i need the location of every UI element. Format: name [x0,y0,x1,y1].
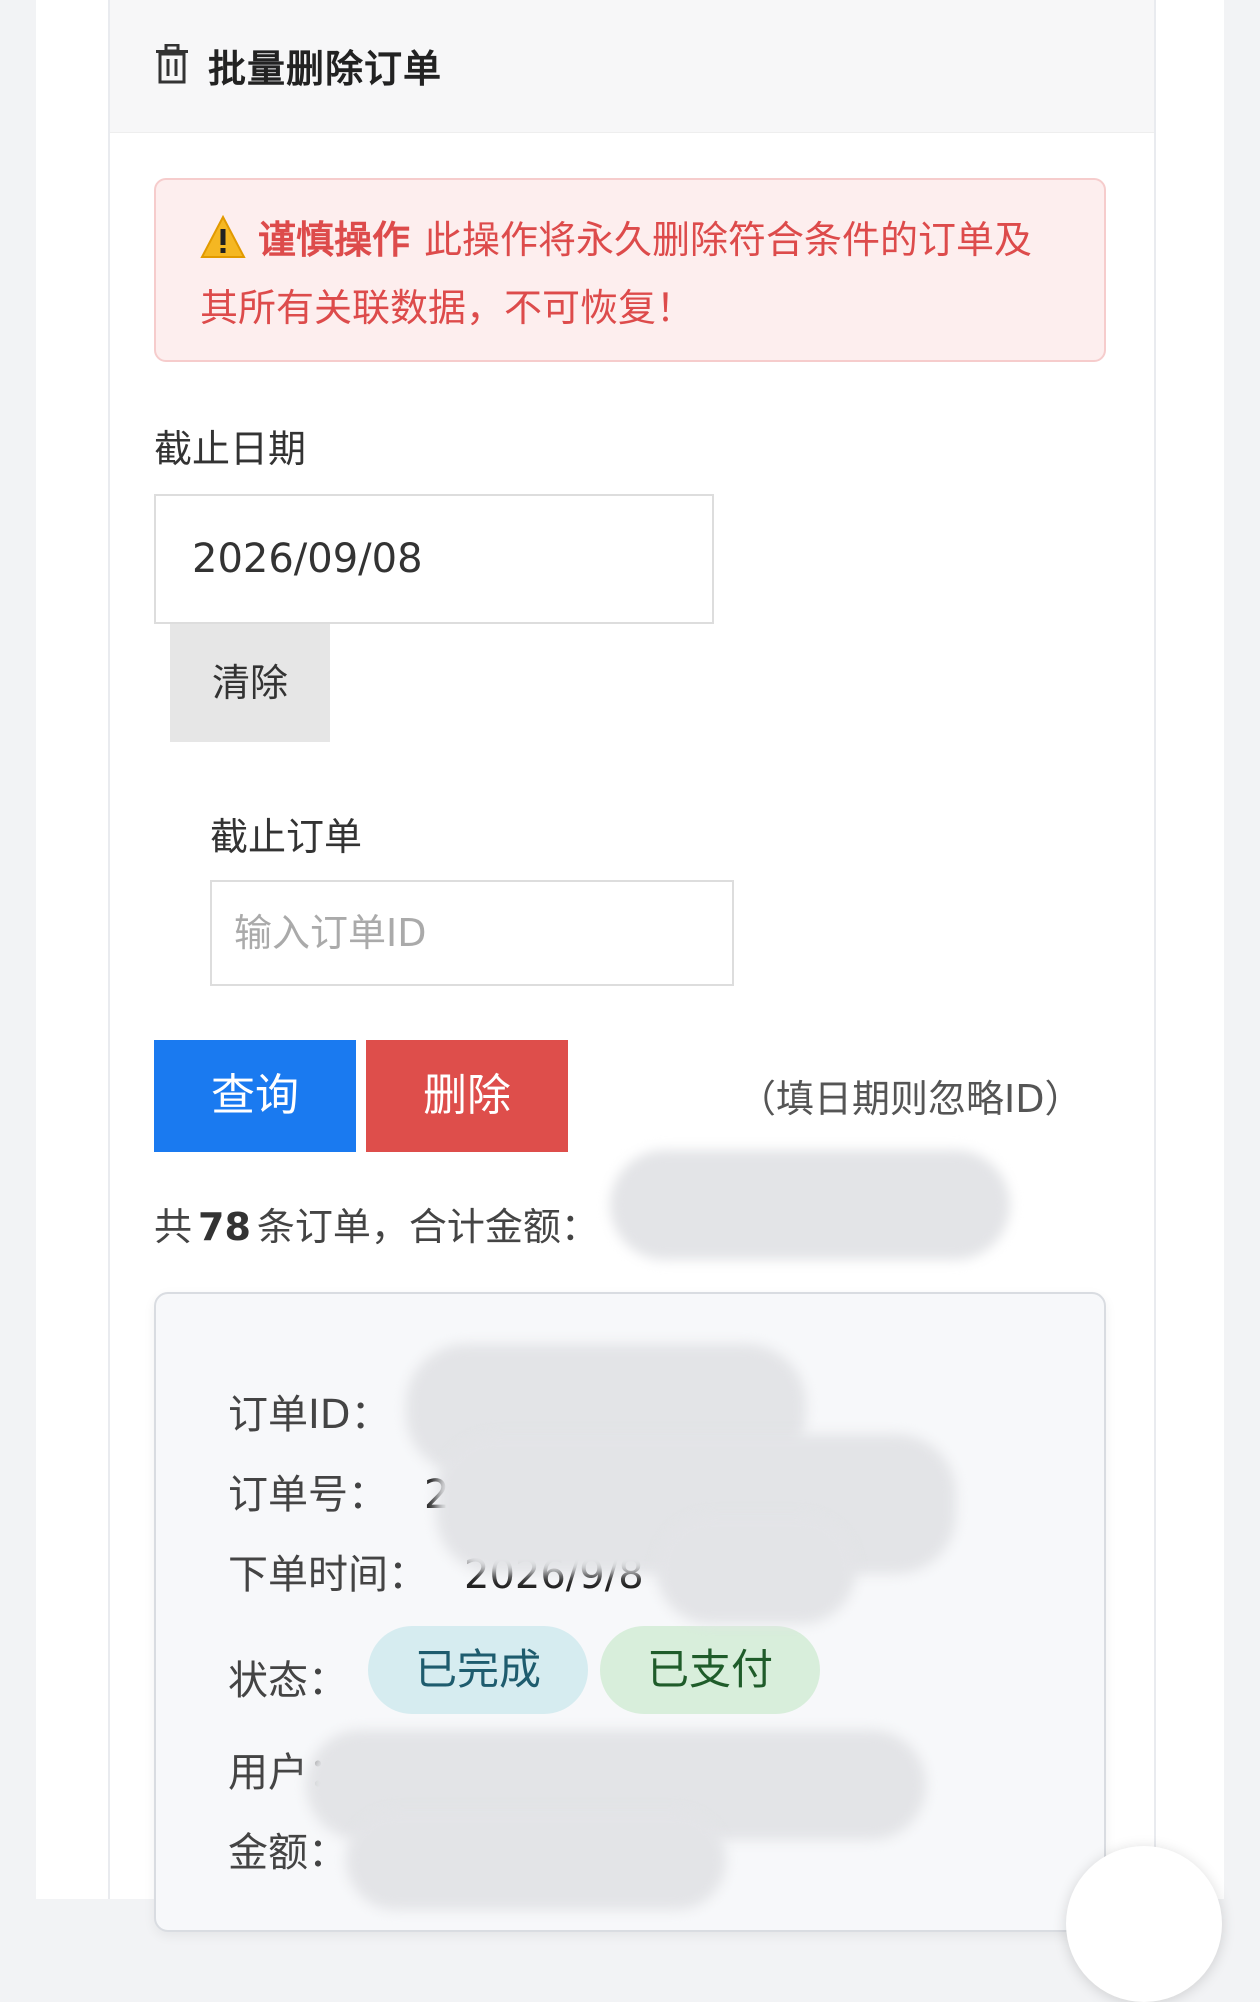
order-id-label: 截止订单 [210,815,363,859]
warning-alert: 谨慎操作 此操作将永久删除符合条件的订单及其所有关联数据，不可恢复！ [154,178,1106,362]
order-id-label: 订单ID： [228,1392,391,1438]
summary-count: 78 [198,1205,251,1249]
summary-suffix: 条订单，合计金额： [256,1205,599,1249]
batch-delete-panel: 批量删除订单 谨慎操作 此操作将永久删除符合条件的订单及其所有关联数据，不可恢复！… [108,0,1156,1932]
panel-header: 批量删除订单 [110,0,1154,133]
warning-icon [200,215,246,258]
order-id-input[interactable]: 输入订单ID [210,880,734,986]
clear-button[interactable]: 清除 [170,624,330,742]
summary-text: 共 78 条订单，合计金额： [154,1196,599,1251]
summary-prefix: 共 [154,1205,193,1249]
order-no-row: 订单号：2 [228,1462,449,1520]
panel-title: 批量删除订单 [208,47,443,91]
query-button[interactable]: 查询 [154,1040,356,1152]
date-input[interactable]: 2026/09/08 [154,494,714,624]
alert-emphasis: 谨慎操作 [258,218,411,262]
status-badge: 已完成 [368,1626,588,1714]
page: 批量删除订单 谨慎操作 此操作将永久删除符合条件的订单及其所有关联数据，不可恢复！… [36,0,1224,2002]
payment-badge: 已支付 [600,1626,820,1714]
hint-text: （填日期则忽略ID） [738,1077,1083,1121]
redacted-amount-value [346,1810,726,1910]
date-label: 截止日期 [154,427,307,471]
redacted-order-time [656,1514,856,1624]
trash-icon [156,44,188,84]
order-status-label: 状态： [228,1658,348,1704]
order-no-label: 订单号： [228,1472,388,1518]
redacted-amount [610,1150,1010,1260]
order-card: 订单ID：1 订单号：2 下单时间：2026/9/8 状态： 已完成 已支付 用… [154,1292,1106,1932]
delete-button[interactable]: 删除 [366,1040,568,1152]
floating-action-button[interactable] [1066,1846,1222,2002]
order-time-label: 下单时间： [228,1552,428,1598]
